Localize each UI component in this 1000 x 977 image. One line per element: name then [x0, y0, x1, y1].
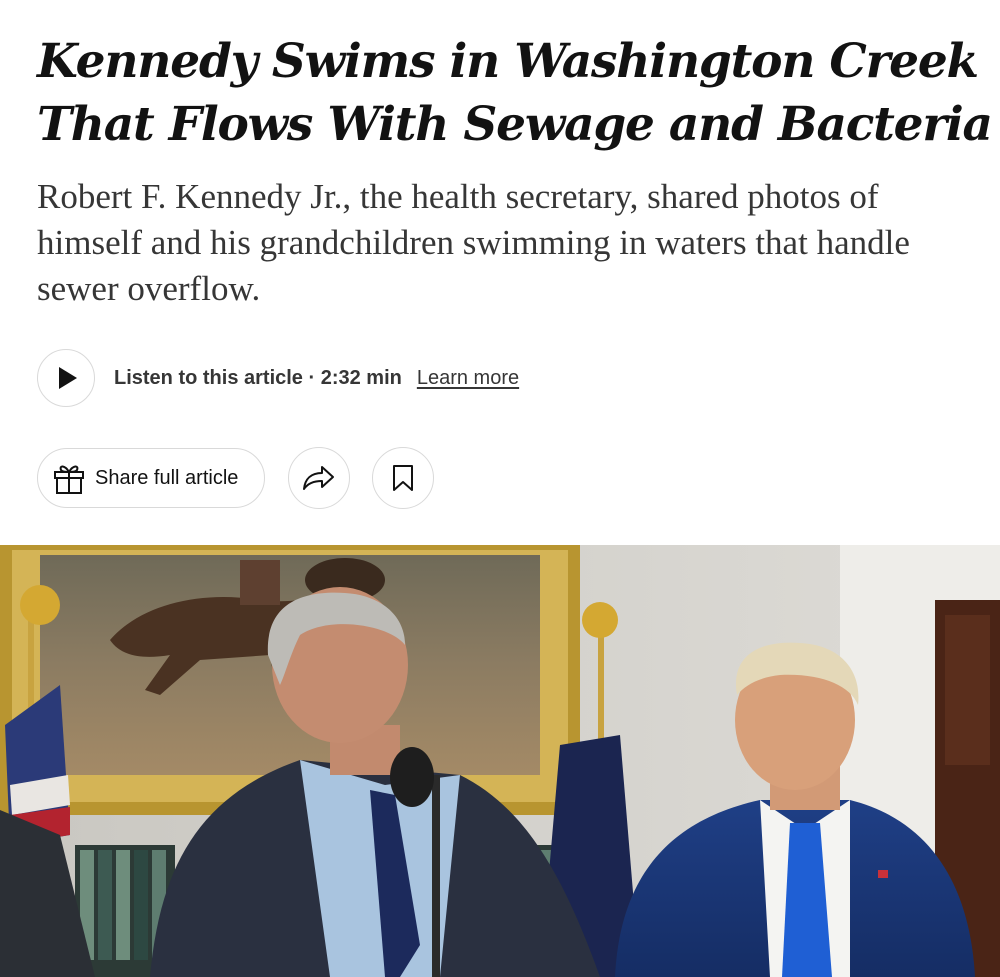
gift-icon — [54, 465, 84, 494]
press-event-photo — [0, 545, 1000, 977]
audio-player: Listen to this article · 2:32 min Learn … — [37, 348, 519, 408]
share-arrow-icon — [303, 466, 334, 490]
share-full-article-button[interactable]: Share full article — [37, 448, 265, 508]
bookmark-icon — [393, 465, 413, 491]
play-button[interactable] — [37, 349, 95, 407]
share-button[interactable] — [288, 447, 350, 509]
article-actions: Share full article — [37, 447, 434, 509]
learn-more-link[interactable]: Learn more — [417, 367, 519, 390]
headline-line-1: Kennedy Swims in Washington Creek — [37, 34, 979, 89]
article-summary: Robert F. Kennedy Jr., the health secret… — [37, 177, 910, 308]
article-photo — [0, 545, 1000, 977]
save-button[interactable] — [372, 447, 434, 509]
play-icon — [59, 367, 77, 389]
share-full-article-label: Share full article — [95, 466, 239, 489]
listen-label: Listen to this article · 2:32 min — [114, 366, 402, 389]
headline-line-2: That Flows With Sewage and Bacteria — [37, 97, 993, 152]
article-headline: Kennedy Swims in Washington Creek That F… — [37, 30, 993, 156]
